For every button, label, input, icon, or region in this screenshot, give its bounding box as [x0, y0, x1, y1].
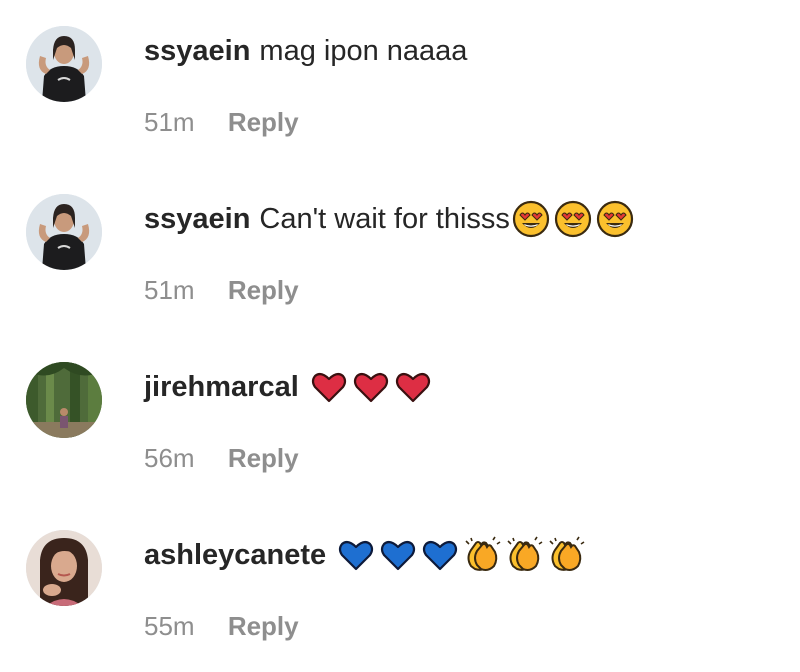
avatar[interactable]: [26, 194, 102, 270]
blue-heart-emoji-icon: [379, 536, 417, 574]
comment-meta: 51m Reply: [144, 275, 299, 305]
blue-heart-emoji-icon: [337, 536, 375, 574]
comment-content: ashleycanete: [144, 535, 585, 575]
comment-content: ssyaein Can't wait for thisss: [144, 199, 634, 239]
heart-eyes-emoji-icon: [596, 200, 634, 238]
comment-text: Can't wait for thisss: [259, 203, 510, 235]
timestamp: 51m: [144, 275, 195, 305]
heart-eyes-emoji-icon: [554, 200, 592, 238]
emoji-group: [337, 536, 585, 574]
comment-item: ssyaein Can't wait for thisss 51m Reply: [0, 168, 800, 336]
comment-item: ashleycanete 55m Reply: [0, 504, 800, 672]
avatar[interactable]: [26, 530, 102, 606]
avatar[interactable]: [26, 26, 102, 102]
emoji-group: [512, 200, 634, 238]
comment-meta: 56m Reply: [144, 443, 299, 473]
reply-button[interactable]: Reply: [228, 275, 299, 305]
username[interactable]: ashleycanete: [144, 535, 326, 575]
blue-heart-emoji-icon: [421, 536, 459, 574]
comment-text: mag ipon naaaa: [259, 35, 468, 67]
comment-item: jirehmarcal 56m Reply: [0, 336, 800, 504]
comment-meta: 55m Reply: [144, 611, 299, 641]
comment-content: ssyaein mag ipon naaaa: [144, 31, 467, 71]
comment-item: ssyaein mag ipon naaaa 51m Reply: [0, 0, 800, 168]
timestamp: 56m: [144, 443, 195, 473]
timestamp: 55m: [144, 611, 195, 641]
red-heart-emoji-icon: [310, 368, 348, 406]
clapping-hands-emoji-icon: [463, 536, 501, 574]
reply-button[interactable]: Reply: [228, 107, 299, 137]
comment-content: jirehmarcal: [144, 367, 432, 407]
username[interactable]: ssyaein: [144, 31, 250, 71]
timestamp: 51m: [144, 107, 195, 137]
username[interactable]: ssyaein: [144, 199, 250, 239]
avatar[interactable]: [26, 362, 102, 438]
red-heart-emoji-icon: [394, 368, 432, 406]
clapping-hands-emoji-icon: [505, 536, 543, 574]
reply-button[interactable]: Reply: [228, 611, 299, 641]
red-heart-emoji-icon: [352, 368, 390, 406]
reply-button[interactable]: Reply: [228, 443, 299, 473]
comment-meta: 51m Reply: [144, 107, 299, 137]
username[interactable]: jirehmarcal: [144, 367, 299, 407]
clapping-hands-emoji-icon: [547, 536, 585, 574]
emoji-group: [310, 368, 432, 406]
heart-eyes-emoji-icon: [512, 200, 550, 238]
